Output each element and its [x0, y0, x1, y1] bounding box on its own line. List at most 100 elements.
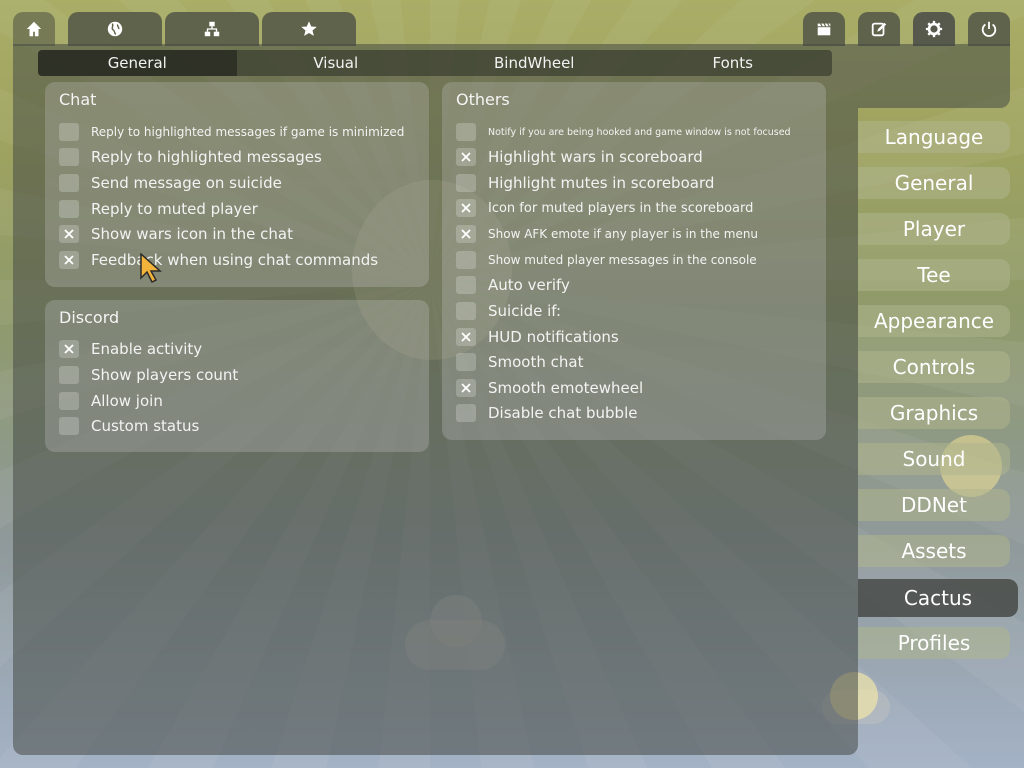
- option-label: Smooth emotewheel: [488, 379, 644, 397]
- tab-demos[interactable]: [803, 12, 845, 46]
- checkbox-option[interactable]: Auto verify: [456, 275, 570, 295]
- check-x-icon: [461, 332, 471, 342]
- subtab-general[interactable]: General: [38, 50, 237, 76]
- check-x-icon: [64, 255, 74, 265]
- option-label: Send message on suicide: [91, 174, 282, 192]
- side-menu-assets[interactable]: Assets: [858, 535, 1010, 567]
- checkbox-checked[interactable]: [456, 148, 476, 166]
- side-menu-player[interactable]: Player: [858, 213, 1010, 245]
- side-menu-general[interactable]: General: [858, 167, 1010, 199]
- checkbox-option[interactable]: Allow join: [59, 391, 163, 411]
- tab-editor[interactable]: [858, 12, 900, 46]
- checkbox-option[interactable]: Disable chat bubble: [456, 403, 637, 423]
- checkbox[interactable]: [456, 353, 476, 371]
- checkbox[interactable]: [456, 251, 476, 269]
- checkbox-option[interactable]: Highlight wars in scoreboard: [456, 147, 703, 167]
- checkbox[interactable]: [59, 392, 79, 410]
- option-label: Notify if you are being hooked and game …: [488, 126, 791, 138]
- checkbox-option[interactable]: Smooth chat: [456, 352, 583, 372]
- check-x-icon: [64, 229, 74, 239]
- checkbox-option[interactable]: Notify if you are being hooked and game …: [456, 122, 791, 142]
- side-menu-language[interactable]: Language: [858, 121, 1010, 153]
- checkbox[interactable]: [456, 123, 476, 141]
- settings-panel-extension: [858, 44, 1010, 108]
- checkbox-checked[interactable]: [456, 225, 476, 243]
- mouse-cursor-icon: [140, 253, 162, 283]
- check-x-icon: [461, 152, 471, 162]
- option-label: Suicide if:: [488, 302, 562, 320]
- tab-lan[interactable]: [165, 12, 259, 46]
- subtab-visual[interactable]: Visual: [237, 50, 436, 76]
- side-menu-ddnet[interactable]: DDNet: [858, 489, 1010, 521]
- checkbox-option[interactable]: Enable activity: [59, 339, 202, 359]
- tab-quit[interactable]: [968, 12, 1010, 46]
- checkbox-option[interactable]: Suicide if:: [456, 301, 561, 321]
- home-icon: [26, 21, 42, 37]
- side-menu-profiles[interactable]: Profiles: [858, 627, 1010, 659]
- side-menu-graphics[interactable]: Graphics: [858, 397, 1010, 429]
- side-menu-sound[interactable]: Sound: [858, 443, 1010, 475]
- checkbox-option[interactable]: HUD notifications: [456, 327, 619, 347]
- checkbox-option[interactable]: Feedback when using chat commands: [59, 250, 378, 270]
- checkbox-checked[interactable]: [59, 251, 79, 269]
- others-group: Others Notify if you are being hooked an…: [442, 82, 826, 440]
- group-title: Others: [456, 90, 510, 109]
- sub-tab-bar: General Visual BindWheel Fonts: [38, 50, 832, 76]
- edit-icon: [871, 22, 887, 37]
- checkbox-option[interactable]: Custom status: [59, 416, 199, 436]
- side-menu-appearance[interactable]: Appearance: [858, 305, 1010, 337]
- tab-favorites[interactable]: [262, 12, 356, 46]
- checkbox[interactable]: [59, 174, 79, 192]
- checkbox-option[interactable]: Icon for muted players in the scoreboard: [456, 198, 753, 218]
- checkbox-option[interactable]: Reply to highlighted messages: [59, 147, 322, 167]
- checkbox-checked[interactable]: [456, 379, 476, 397]
- option-label: HUD notifications: [488, 328, 619, 346]
- checkbox[interactable]: [456, 302, 476, 320]
- option-label: Show AFK emote if any player is in the m…: [488, 227, 759, 241]
- option-label: Show players count: [91, 366, 239, 384]
- option-label: Feedback when using chat commands: [91, 251, 379, 269]
- option-label: Reply to highlighted messages: [91, 148, 322, 166]
- checkbox[interactable]: [456, 404, 476, 422]
- checkbox-option[interactable]: Show AFK emote if any player is in the m…: [456, 224, 758, 244]
- checkbox-checked[interactable]: [456, 199, 476, 217]
- tab-internet[interactable]: [68, 12, 162, 46]
- checkbox-option[interactable]: Reply to highlighted messages if game is…: [59, 122, 404, 142]
- option-label: Icon for muted players in the scoreboard: [488, 200, 754, 216]
- subtab-fonts[interactable]: Fonts: [634, 50, 833, 76]
- option-label: Disable chat bubble: [488, 404, 638, 422]
- tab-home[interactable]: [13, 12, 55, 46]
- checkbox-option[interactable]: Highlight mutes in scoreboard: [456, 173, 714, 193]
- checkbox-checked[interactable]: [456, 328, 476, 346]
- checkbox-option[interactable]: Reply to muted player: [59, 199, 258, 219]
- checkbox-option[interactable]: Smooth emotewheel: [456, 378, 643, 398]
- subtab-bindwheel[interactable]: BindWheel: [435, 50, 634, 76]
- gear-icon: [925, 20, 943, 38]
- checkbox-checked[interactable]: [59, 225, 79, 243]
- checkbox[interactable]: [59, 366, 79, 384]
- option-label: Highlight wars in scoreboard: [488, 148, 703, 166]
- option-label: Highlight mutes in scoreboard: [488, 174, 715, 192]
- checkbox[interactable]: [59, 200, 79, 218]
- side-menu-controls[interactable]: Controls: [858, 351, 1010, 383]
- checkbox-option[interactable]: Show players count: [59, 365, 238, 385]
- check-x-icon: [64, 344, 74, 354]
- option-label: Show wars icon in the chat: [91, 225, 293, 243]
- checkbox-option[interactable]: Show wars icon in the chat: [59, 224, 293, 244]
- checkbox-option[interactable]: Show muted player messages in the consol…: [456, 250, 757, 270]
- side-menu-cactus[interactable]: Cactus: [858, 579, 1018, 617]
- checkbox-checked[interactable]: [59, 340, 79, 358]
- checkbox[interactable]: [59, 417, 79, 435]
- checkbox[interactable]: [456, 174, 476, 192]
- checkbox[interactable]: [59, 148, 79, 166]
- globe-icon: [107, 21, 123, 37]
- option-label: Enable activity: [91, 340, 203, 358]
- checkbox[interactable]: [456, 276, 476, 294]
- discord-group: Discord Enable activity Show players cou…: [45, 300, 429, 452]
- option-label: Reply to highlighted messages if game is…: [91, 125, 405, 139]
- checkbox-option[interactable]: Send message on suicide: [59, 173, 282, 193]
- checkbox[interactable]: [59, 123, 79, 141]
- tab-settings[interactable]: [913, 12, 955, 46]
- side-menu-tee[interactable]: Tee: [858, 259, 1010, 291]
- option-label: Custom status: [91, 417, 200, 435]
